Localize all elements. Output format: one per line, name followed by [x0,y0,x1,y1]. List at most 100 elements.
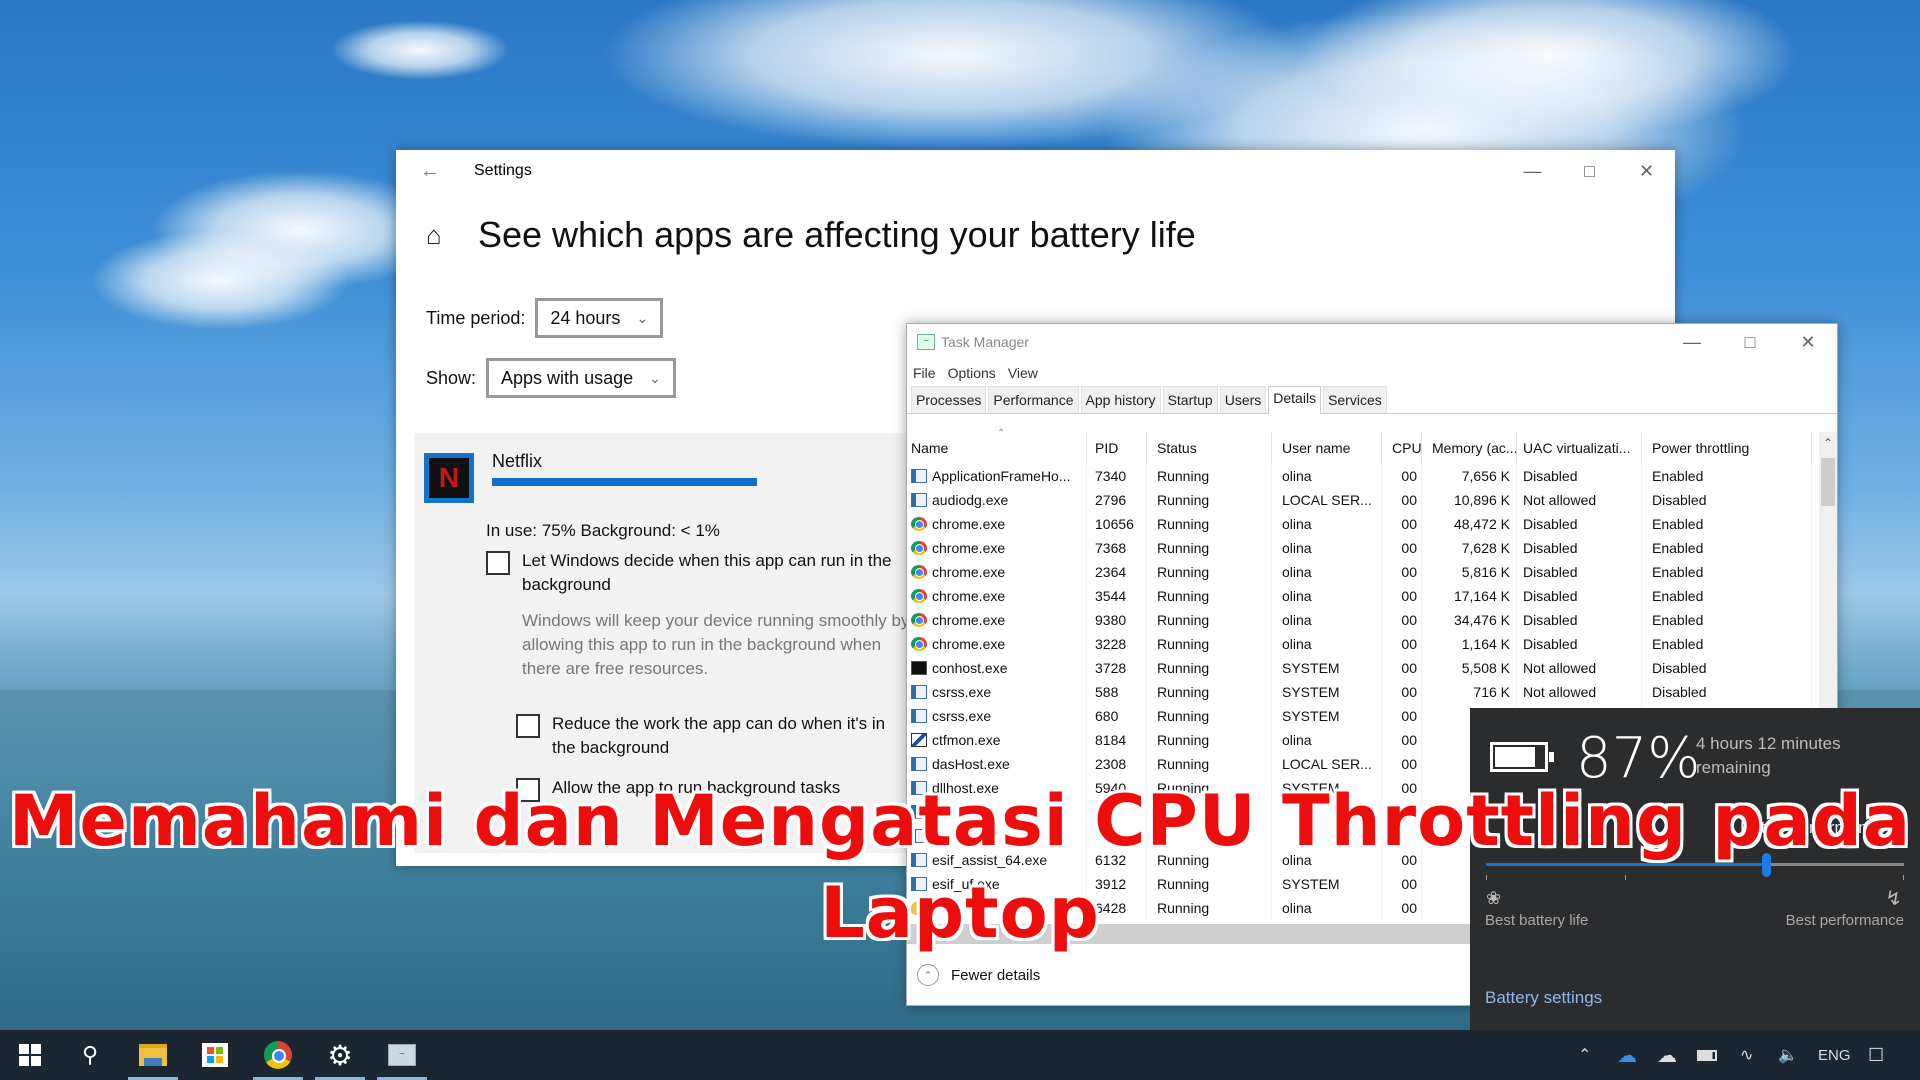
process-power-throttling: Enabled [1642,632,1812,656]
process-user: olina [1272,560,1382,584]
table-row[interactable]: chrome.exe 3228 Running olina 00 1,164 K Disab… [907,632,1819,656]
table-row[interactable]: chrome.exe 3544 Running olina 00 17,164 K Disa… [907,584,1819,608]
menu-bar: File Options View [907,360,1837,386]
scroll-thumb[interactable] [1821,458,1835,506]
tab-app-history[interactable]: App history [1080,386,1161,413]
process-icon [911,733,927,747]
volume-icon[interactable]: 🔈 [1778,1030,1798,1080]
tab-bar: Processes Performance App history Startu… [907,386,1837,414]
let-windows-decide-description: Windows will keep your device running sm… [522,611,910,678]
usage-bar [492,478,757,486]
wifi-icon[interactable]: ∿ [1740,1030,1753,1080]
let-windows-decide-checkbox[interactable] [486,551,510,575]
process-status: Running [1147,728,1272,752]
battery-flyout: 87% 4 hours 12 minutes remaining Better … [1470,708,1920,1030]
action-center-icon[interactable]: ☐ [1868,1030,1884,1080]
chevron-up-icon: ⌃ [917,964,939,986]
column-header-cpu[interactable]: CPU [1382,432,1422,464]
process-status: Running [1147,536,1272,560]
tab-performance[interactable]: Performance [988,386,1079,413]
tab-startup[interactable]: Startup [1162,386,1218,413]
battery-tray-icon[interactable] [1697,1030,1717,1080]
maximize-button[interactable]: □ [1561,150,1618,192]
reduce-work-checkbox[interactable] [516,714,540,738]
table-row[interactable]: conhost.exe 3728 Running SYSTEM 00 5,508 K Not… [907,656,1819,680]
time-period-dropdown[interactable]: 24 hours ⌄ [535,298,664,338]
table-row[interactable]: chrome.exe 9380 Running olina 00 34,476 K Disa… [907,608,1819,632]
folder-icon [139,1044,167,1066]
language-indicator[interactable]: ENG [1818,1030,1851,1080]
process-icon [911,589,927,603]
process-power-throttling: Enabled [1642,464,1812,488]
minimize-button[interactable]: — [1504,150,1561,192]
close-button[interactable]: ✕ [1618,150,1675,192]
process-pid: 7368 [1087,536,1147,560]
process-power-throttling: Enabled [1642,608,1812,632]
power-mode-slider[interactable] [1486,853,1904,877]
column-header-memory[interactable]: Memory (ac... [1422,432,1517,464]
process-cpu: 00 [1382,728,1422,752]
battery-settings-link[interactable]: Battery settings [1485,988,1602,1008]
process-status: Running [1147,632,1272,656]
process-memory: 1,164 K [1422,632,1517,656]
process-uac: Not allowed [1517,488,1642,512]
table-header: ⌃ Name PID Status User name CPU Memory (… [907,428,1819,464]
fewer-details-button[interactable]: ⌃ Fewer details [917,964,1040,986]
search-button[interactable]: ⚲ [60,1030,120,1080]
table-row[interactable]: chrome.exe 7368 Running olina 00 7,628 K Disab… [907,536,1819,560]
process-status: Running [1147,680,1272,704]
onedrive-icon[interactable]: ☁ [1617,1030,1637,1080]
minimize-button[interactable]: — [1663,324,1721,360]
column-header-uac[interactable]: UAC virtualizati... [1517,432,1642,464]
process-user: SYSTEM [1272,704,1382,728]
start-button[interactable] [0,1030,60,1080]
taskbar-chrome[interactable] [248,1030,308,1080]
process-icon [911,685,927,699]
column-header-status[interactable]: Status [1147,432,1272,464]
column-header-pid[interactable]: PID [1087,432,1147,464]
usage-text: In use: 75% Background: < 1% [486,521,720,540]
column-header-power-throttling[interactable]: Power throttling [1642,432,1812,464]
process-memory: 7,656 K [1422,464,1517,488]
column-header-user[interactable]: User name [1272,432,1382,464]
process-cpu: 00 [1382,752,1422,776]
tab-processes[interactable]: Processes [911,386,987,413]
onedrive-personal-icon[interactable]: ☁ [1657,1030,1677,1080]
process-status: Running [1147,704,1272,728]
table-row[interactable]: chrome.exe 2364 Running olina 00 5,816 K Disab… [907,560,1819,584]
home-icon[interactable]: ⌂ [426,220,466,251]
scroll-up-icon[interactable]: ⌃ [1819,436,1837,450]
taskbar-settings[interactable]: ⚙ [310,1030,370,1080]
process-memory: 10,896 K [1422,488,1517,512]
process-icon [911,565,927,579]
process-name: chrome.exe [907,632,1087,656]
task-manager-icon: ~ [388,1044,416,1066]
menu-view[interactable]: View [1008,365,1038,381]
process-memory: 7,628 K [1422,536,1517,560]
process-uac: Not allowed [1517,656,1642,680]
table-row[interactable]: ApplicationFrameHo... 7340 Running olina 00 7… [907,464,1819,488]
menu-file[interactable]: File [913,365,936,381]
process-user: SYSTEM [1272,656,1382,680]
show-hidden-icons-button[interactable]: ⌃ [1578,1030,1591,1080]
menu-options[interactable]: Options [948,365,996,381]
table-row[interactable]: chrome.exe 10656 Running olina 00 48,472 K Dis… [907,512,1819,536]
process-user: olina [1272,464,1382,488]
process-icon [911,613,927,627]
taskbar-task-manager[interactable]: ~ [372,1030,432,1080]
tab-users[interactable]: Users [1219,386,1267,413]
taskbar-microsoft-store[interactable] [185,1030,245,1080]
process-memory: 5,816 K [1422,560,1517,584]
table-row[interactable]: audiodg.exe 2796 Running LOCAL SER... 00 10,8… [907,488,1819,512]
tab-services[interactable]: Services [1323,386,1387,413]
close-button[interactable]: ✕ [1779,324,1837,360]
show-dropdown[interactable]: Apps with usage ⌄ [486,358,676,398]
process-memory: 48,472 K [1422,512,1517,536]
table-row[interactable]: csrss.exe 588 Running SYSTEM 00 716 K Not allo… [907,680,1819,704]
process-cpu: 00 [1382,536,1422,560]
process-user: olina [1272,632,1382,656]
back-arrow-icon[interactable]: ← [396,160,446,183]
tab-details[interactable]: Details [1268,386,1322,414]
maximize-button[interactable]: □ [1721,324,1779,360]
taskbar-file-explorer[interactable] [123,1030,183,1080]
